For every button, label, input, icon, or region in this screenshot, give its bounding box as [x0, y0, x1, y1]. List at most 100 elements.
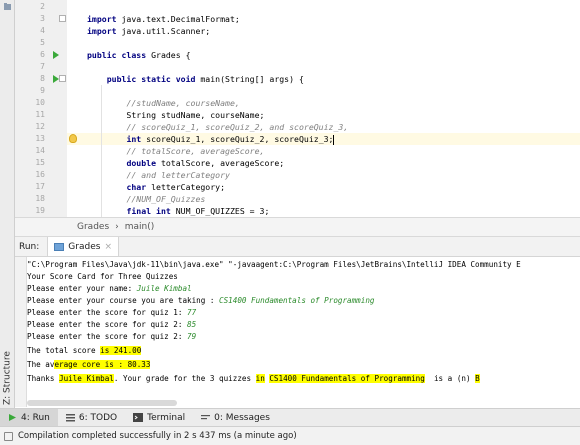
code-token: // scoreQuiz_1, scoreQuiz_2, and scoreQu…	[126, 122, 349, 132]
intention-bulb-icon[interactable]	[69, 134, 77, 143]
code-line[interactable]: public static void main(String[] args) {	[87, 73, 304, 85]
code-line[interactable]: import java.util.Scanner;	[87, 25, 210, 37]
tab-messages-label: 0: Messages	[214, 412, 270, 423]
total-highlight: is 241.00	[100, 346, 142, 355]
line-number: 17	[35, 182, 45, 191]
thanks-name-highlight: Juile Kimbal	[59, 374, 114, 383]
tab-todo-label: 6: TODO	[78, 412, 118, 423]
messages-icon	[201, 415, 211, 420]
code-token: String studName, courseName;	[87, 110, 265, 120]
console-average-line: The average core is : 80.33	[27, 359, 151, 371]
code-token: //studName, courseName,	[126, 98, 240, 108]
quiz2-input: 85	[187, 320, 197, 329]
code-line[interactable]: //studName, courseName,	[87, 97, 240, 109]
code-line[interactable]: String studName, courseName;	[87, 109, 264, 121]
project-tool-icon[interactable]	[0, 2, 15, 11]
tab-grades-label: Grades	[68, 241, 101, 252]
tab-run[interactable]: 4: Run	[0, 408, 58, 427]
code-editor[interactable]: 2 3 4 5 6 7 8 9 10 11 12 13 14 15 16 17 18 19 import java…	[15, 0, 580, 217]
code-line[interactable]: // totalScore, averageScore,	[87, 145, 264, 157]
text-cursor	[333, 134, 335, 145]
breadcrumb-separator: ›	[115, 222, 119, 232]
run-panel-label: Run:	[19, 241, 40, 252]
code-line[interactable]: // and letterCategory	[87, 169, 230, 181]
thanks-text-2: . Your grade for the 3 quizzes	[113, 374, 256, 383]
code-token: import	[87, 14, 117, 24]
code-token: Grades {	[146, 50, 191, 60]
run-icon	[9, 414, 16, 421]
quiz2-prompt: Please enter the score for quiz 2:	[27, 320, 188, 329]
status-bar: Compilation completed successfully in 2 …	[0, 426, 580, 445]
console-side-toolbar	[15, 257, 27, 407]
line-number: 13	[35, 134, 45, 143]
code-token: public static void	[106, 74, 196, 84]
code-line[interactable]: public class Grades {	[87, 49, 191, 61]
console-title-line: Your Score Card for Three Quizzes	[27, 272, 178, 281]
console-total-line: The total score is 241.00	[27, 345, 142, 357]
line-number: 7	[40, 62, 45, 71]
bottom-tool-bar: 4: Run 6: TODO Terminal 0: Messages	[0, 408, 580, 427]
course-input: CS1400 Fundamentals of Programming	[219, 296, 375, 305]
line-number: 19	[35, 206, 45, 215]
code-token: char	[126, 182, 147, 192]
code-token: public class	[87, 50, 147, 60]
line-number: 11	[35, 110, 45, 119]
code-line[interactable]: //NUM_OF_Quizzes	[87, 193, 205, 205]
tab-run-label: 4: Run	[21, 412, 50, 423]
status-message: Compilation completed successfully in 2 …	[18, 431, 297, 441]
code-token: NUM_OF_QUIZZES = 3;	[170, 206, 270, 216]
console-horizontal-scrollbar[interactable]	[27, 400, 177, 406]
tab-terminal[interactable]: Terminal	[125, 409, 193, 427]
line-number: 16	[35, 170, 45, 179]
average-highlight: erage core is : 80.33	[54, 360, 151, 369]
code-token: totalScore, averageScore;	[156, 158, 285, 168]
run-gutter-icon[interactable]	[53, 51, 59, 59]
code-token: main(String[] args) {	[195, 74, 304, 84]
code-line[interactable]: double totalScore, averageScore;	[87, 157, 284, 169]
run-panel-header: Run: Grades ×	[15, 237, 580, 257]
quiz1-prompt: Please enter the score for quiz 1:	[27, 308, 188, 317]
run-console-output[interactable]: "C:\Program Files\Java\jdk-11\bin\java.e…	[27, 257, 580, 407]
code-line[interactable]: int scoreQuiz_1, scoreQuiz_2, scoreQuiz_…	[87, 133, 335, 145]
left-tool-stripe: Z: Structure	[0, 0, 15, 430]
console-quiz3-line: Please enter the score for quiz 2: 79	[27, 331, 196, 343]
fold-icon[interactable]	[59, 15, 66, 22]
console-name-line: Please enter your name: Juile Kimbal	[27, 283, 192, 295]
tab-todo[interactable]: 6: TODO	[58, 409, 125, 427]
structure-tool-tab[interactable]: Z: Structure	[1, 345, 14, 405]
line-number: 10	[35, 98, 45, 107]
close-icon[interactable]: ×	[104, 242, 112, 252]
breadcrumb-method[interactable]: main()	[125, 222, 155, 232]
status-toggle-icon[interactable]	[4, 431, 13, 441]
tab-messages[interactable]: 0: Messages	[193, 409, 278, 427]
terminal-icon	[133, 413, 144, 422]
line-number: 8	[40, 74, 45, 83]
line-number: 18	[35, 194, 45, 203]
console-command-line: "C:\Program Files\Java\jdk-11\bin\java.e…	[27, 260, 521, 269]
code-token: java.util.Scanner;	[116, 26, 211, 36]
code-token: int	[126, 134, 142, 144]
quiz3-input: 79	[187, 332, 197, 341]
console-quiz2-line: Please enter the score for quiz 2: 85	[27, 319, 196, 331]
code-token: letterCategory;	[146, 182, 226, 192]
fold-icon[interactable]	[59, 75, 66, 82]
code-line[interactable]: import java.text.DecimalFormat;	[87, 13, 240, 25]
line-number: 4	[40, 26, 45, 35]
code-line[interactable]: final int NUM_OF_QUIZZES = 3;	[87, 205, 269, 217]
code-line[interactable]: // scoreQuiz_1, scoreQuiz_2, and scoreQu…	[87, 121, 348, 133]
line-number: 14	[35, 146, 45, 155]
tab-grades[interactable]: Grades ×	[47, 237, 119, 256]
code-token: scoreQuiz_1, scoreQuiz_2, scoreQuiz_3;	[141, 134, 334, 144]
breadcrumb-class[interactable]: Grades	[77, 222, 109, 232]
code-line[interactable]: char letterCategory;	[87, 181, 225, 193]
line-number: 9	[40, 86, 45, 95]
quiz1-input: 77	[187, 308, 197, 317]
thanks-course-highlight: CS1400 Fundamentals of Programming	[269, 374, 425, 383]
line-number: 6	[40, 50, 45, 59]
name-input: Juile Kimbal	[136, 284, 192, 293]
